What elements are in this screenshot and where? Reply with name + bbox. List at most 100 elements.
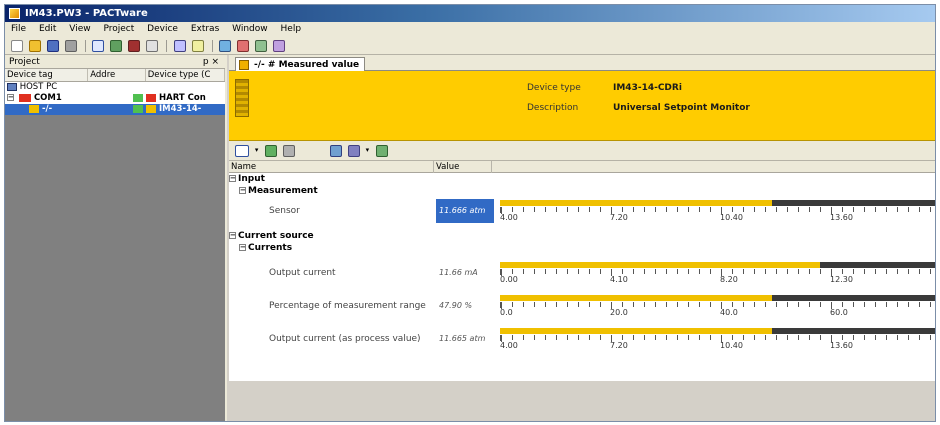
tree-item-com1[interactable]: − COM1 HART Con — [5, 93, 225, 104]
collapse-icon[interactable]: − — [229, 175, 236, 182]
menu-view[interactable]: View — [69, 24, 90, 34]
gauge-tick — [644, 302, 645, 307]
menu-edit[interactable]: Edit — [39, 24, 56, 34]
menu-project[interactable]: Project — [103, 24, 134, 34]
gauge-tick — [897, 269, 898, 274]
group-input[interactable]: − Input — [229, 174, 935, 184]
diagnosis-icon[interactable] — [347, 145, 360, 157]
gauge-tick — [875, 207, 876, 212]
gauge-tick — [732, 302, 733, 307]
row-sensor: Sensor 11.666 atm 4.00 7.20 10.40 13.60 — [229, 199, 935, 223]
subgroup-currents[interactable]: − Currents — [229, 243, 935, 253]
col-value[interactable]: Value — [434, 161, 492, 173]
gauge-tick — [743, 302, 744, 307]
row-name: Output current — [269, 268, 336, 278]
gauge-tick — [732, 207, 733, 212]
tree-item-device[interactable]: -/- IM43-14- — [5, 104, 225, 115]
gauge-tick — [743, 269, 744, 274]
gauge-tick — [754, 302, 755, 307]
gauge-tick — [622, 269, 623, 274]
gauge-fill — [500, 295, 772, 301]
tree-item-type: HART Con — [159, 93, 206, 103]
gauge-scale-label: 0.00 — [500, 275, 518, 284]
gauge-tick — [523, 207, 524, 212]
online-parameter-icon[interactable] — [265, 145, 278, 157]
gauge-tick — [853, 269, 854, 274]
description-label: Description — [527, 103, 579, 113]
menu-file[interactable]: File — [11, 24, 26, 34]
gauge-tick — [710, 269, 711, 274]
menu-help[interactable]: Help — [281, 24, 302, 34]
col-address[interactable]: Addre — [88, 69, 146, 81]
gauge-tick — [765, 207, 766, 212]
gauge-tick — [842, 335, 843, 340]
row-value[interactable]: 11.666 atm — [436, 199, 494, 223]
menu-window[interactable]: Window — [232, 24, 268, 34]
gauge-tick — [666, 207, 667, 212]
pin-close-icon[interactable]: p × — [203, 55, 219, 69]
col-device-type[interactable]: Device type (C — [146, 69, 225, 81]
simulation-icon[interactable] — [329, 145, 342, 157]
gauge-tick — [666, 335, 667, 340]
collapse-icon[interactable]: − — [239, 187, 246, 194]
project-view-icon[interactable] — [92, 40, 105, 52]
upload-icon[interactable] — [146, 40, 158, 52]
gauge-tick — [897, 207, 898, 212]
menu-extras[interactable]: Extras — [191, 24, 219, 34]
gauge-tick — [809, 207, 810, 212]
remove-device-icon[interactable] — [237, 40, 250, 52]
col-name[interactable]: Name — [229, 161, 434, 173]
connect-icon[interactable] — [110, 40, 123, 52]
group-current-source[interactable]: − Current source — [229, 231, 935, 241]
gauge-output-process-value: 4.00 7.20 10.40 13.60 — [500, 327, 935, 351]
device-icon — [146, 105, 156, 113]
toolbar-separator — [211, 40, 213, 52]
gauge-scale-label: 7.20 — [610, 341, 628, 350]
gauge-tick — [908, 302, 909, 307]
tree-item-host-pc[interactable]: HOST PC — [5, 82, 225, 93]
disconnect-icon[interactable] — [128, 40, 141, 52]
gauge-tick — [875, 335, 876, 340]
gauge-tick — [512, 269, 513, 274]
menu-device[interactable]: Device — [147, 24, 178, 34]
add-device-icon[interactable] — [219, 40, 232, 52]
collapse-icon[interactable]: − — [239, 244, 246, 251]
trend-icon[interactable] — [376, 145, 389, 157]
device-type-label: Device type — [527, 83, 581, 93]
gauge-tick — [567, 207, 568, 212]
gauge-tick — [600, 207, 601, 212]
tab-measured-value[interactable]: -/- # Measured value — [235, 57, 365, 72]
save-project-icon[interactable] — [46, 40, 59, 52]
open-project-icon[interactable] — [28, 40, 41, 52]
col-device-tag[interactable]: Device tag — [5, 69, 89, 81]
gauge-tick — [743, 207, 744, 212]
offline-parameter-icon[interactable] — [283, 145, 296, 157]
gauge-tick — [710, 207, 711, 212]
gauge-tick — [534, 302, 535, 307]
gauge-tick — [853, 335, 854, 340]
new-project-icon[interactable] — [11, 40, 23, 52]
gauge-tick — [875, 269, 876, 274]
view-mode-icon[interactable] — [235, 145, 249, 157]
gauge-tick — [655, 302, 656, 307]
gauge-tick — [930, 207, 931, 212]
device-catalog-icon[interactable] — [255, 40, 268, 52]
measured-value-icon[interactable] — [191, 40, 204, 52]
gauge-tick — [567, 302, 568, 307]
gauge-tick — [787, 269, 788, 274]
subgroup-measurement[interactable]: − Measurement — [229, 186, 935, 196]
dropdown-arrow-icon[interactable]: ▾ — [366, 146, 370, 154]
group-label: Current source — [238, 231, 314, 241]
gauge-tick — [523, 269, 524, 274]
document-footer — [229, 401, 935, 421]
collapse-icon[interactable]: − — [7, 94, 14, 101]
gauge-tick — [622, 302, 623, 307]
print-icon[interactable] — [64, 40, 77, 52]
gauge-tick — [600, 335, 601, 340]
gauge-tick — [699, 207, 700, 212]
collapse-icon[interactable]: − — [229, 232, 236, 239]
settings-icon[interactable] — [273, 40, 285, 52]
dropdown-arrow-icon[interactable]: ▾ — [255, 146, 259, 154]
parameter-icon[interactable] — [173, 40, 186, 52]
gauge-tick — [930, 335, 931, 340]
